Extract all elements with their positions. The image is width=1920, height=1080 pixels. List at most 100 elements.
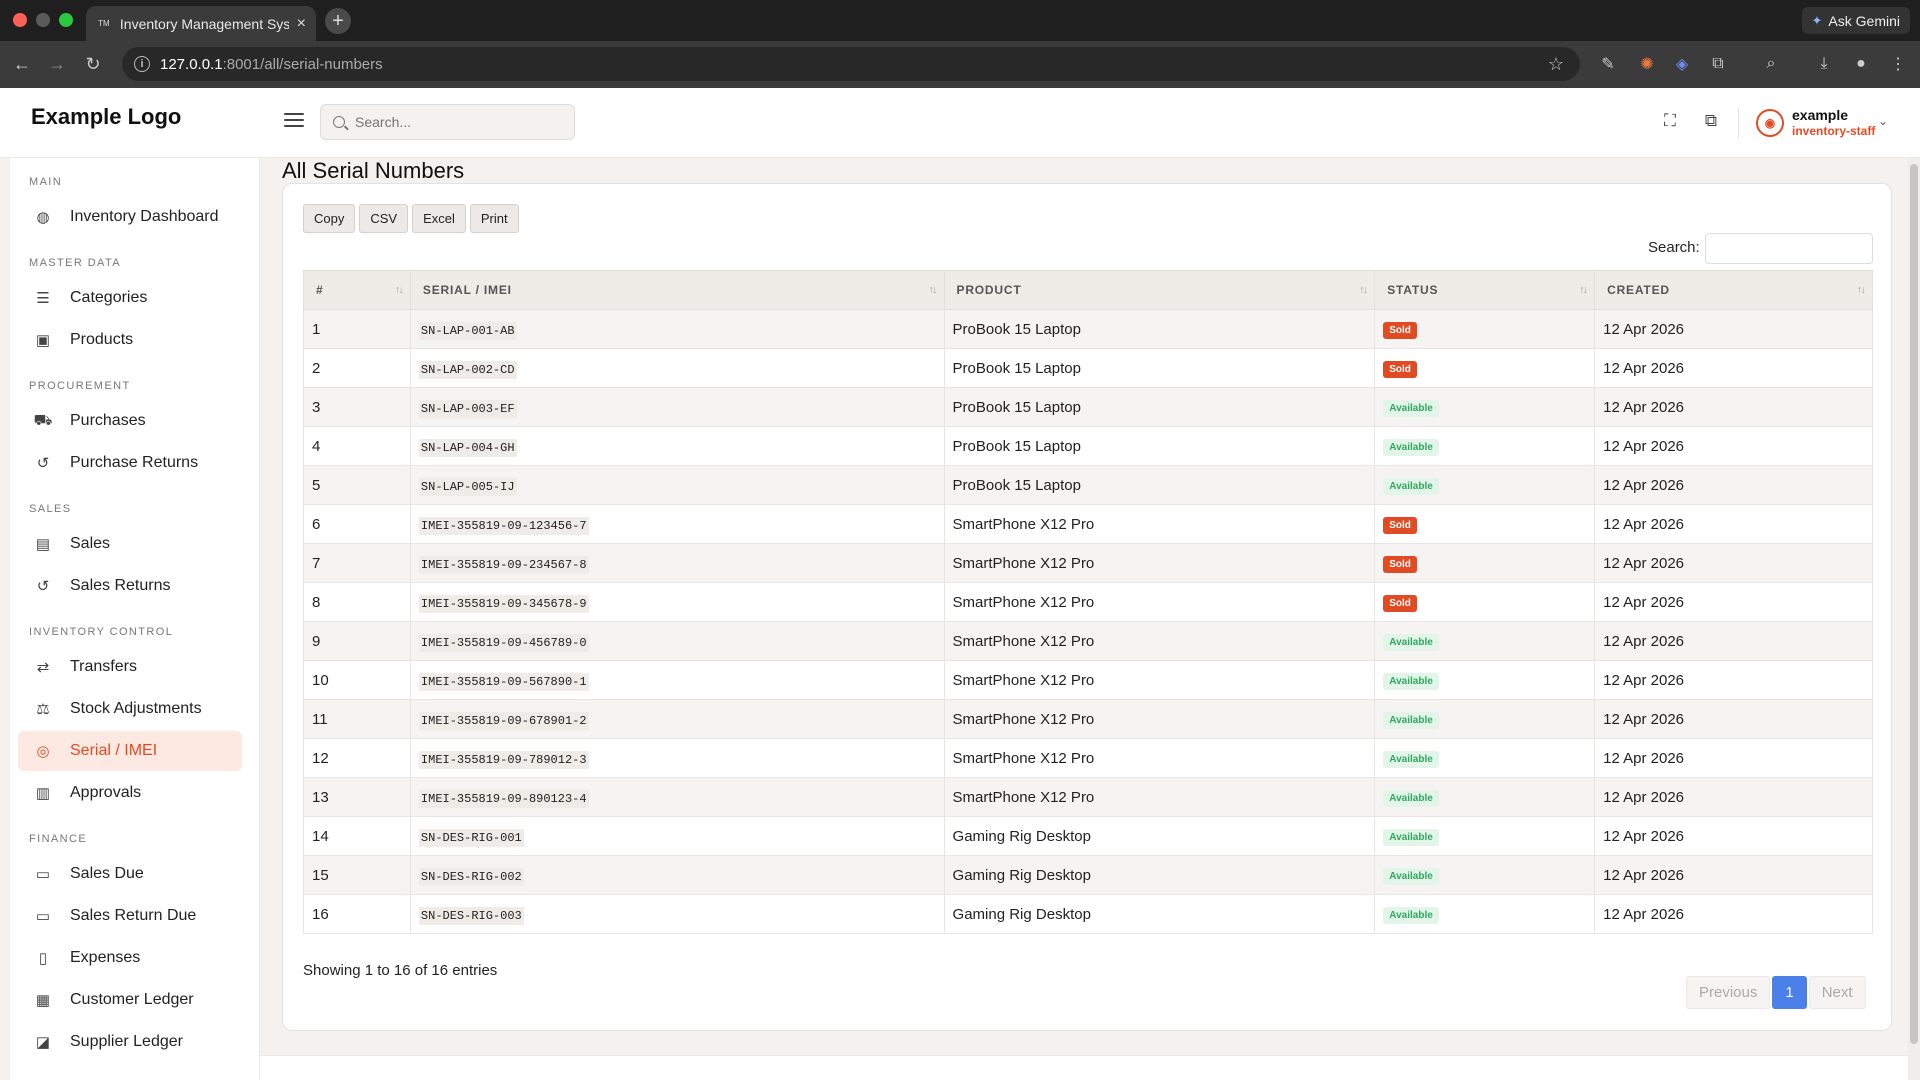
row-number: 10 — [303, 660, 411, 700]
forward-arrow-icon[interactable]: → — [44, 51, 70, 77]
sidebar-item-transfers[interactable]: ⇄ Transfers — [18, 647, 242, 687]
sidebar-item-label: Products — [70, 331, 134, 348]
sidebar-item-purchase-returns[interactable]: ↺ Purchase Returns — [18, 443, 242, 483]
column-header-status[interactable]: STATUS ↑↓ — [1374, 270, 1596, 310]
serial-cell: SN-DES-RIG-003 — [409, 894, 945, 934]
box-icon: ▣ — [35, 332, 51, 349]
serial-cell: IMEI-355819-09-567890-1 — [409, 660, 945, 700]
sidebar-section-procurement: PROCUREMENT — [29, 380, 131, 392]
site-info-icon[interactable]: i — [134, 56, 150, 72]
table-row: 11 IMEI-355819-09-678901-2 SmartPhone X12 … — [303, 699, 1873, 739]
window-minimize-button[interactable] — [36, 13, 50, 27]
column-header-created[interactable]: CREATED ↑↓ — [1594, 270, 1873, 310]
user-name[interactable]: example — [1792, 107, 1848, 123]
sidebar-item-serial-imei[interactable]: ◎ Serial / IMEI — [18, 731, 242, 771]
column-header-product[interactable]: PRODUCT ↑↓ — [943, 270, 1376, 310]
cart-icon: ⛟ — [33, 411, 53, 429]
bookmark-star-icon[interactable]: ☆ — [1548, 54, 1564, 75]
global-search-input[interactable] — [355, 114, 565, 130]
product-cell: SmartPhone X12 Pro — [943, 699, 1376, 739]
pen-extension-icon[interactable]: ✎ — [1597, 53, 1619, 75]
download-icon[interactable]: ⤓ — [1813, 53, 1835, 75]
browser-tab[interactable]: TM Inventory Management System × — [86, 6, 316, 41]
page-1-button[interactable]: 1 — [1772, 976, 1807, 1009]
sidebar-item-label: Approvals — [70, 784, 142, 801]
row-number: 4 — [303, 426, 411, 466]
row-number: 9 — [303, 621, 411, 661]
search-icon — [333, 116, 345, 128]
next-page-button[interactable]: Next — [1808, 976, 1866, 1009]
created-cell: 12 Apr 2026 — [1594, 504, 1873, 544]
created-cell: 12 Apr 2026 — [1594, 660, 1873, 700]
sidebar-item-products[interactable]: ▣ Products — [18, 320, 242, 360]
created-cell: 12 Apr 2026 — [1594, 777, 1873, 817]
sidebar-item-sales-returns[interactable]: ↺ Sales Returns — [18, 566, 242, 606]
scrollbar-thumb[interactable] — [1910, 164, 1918, 1044]
previous-page-button[interactable]: Previous — [1686, 976, 1771, 1009]
reload-icon[interactable]: ↻ — [80, 51, 106, 77]
sidebar-item-customer-ledger[interactable]: ▦ Customer Ledger — [18, 980, 242, 1020]
burst-extension-icon[interactable]: ✺ — [1636, 53, 1658, 75]
table-row: 6 IMEI-355819-09-123456-7 SmartPhone X12 P… — [303, 504, 1873, 544]
serial-code: IMEI-355819-09-789012-3 — [418, 750, 589, 769]
sidebar-item-label: Sales Returns — [70, 577, 171, 594]
app-logo[interactable]: Example Logo — [31, 104, 181, 130]
sidebar-item-inventory-dashboard[interactable]: ◍ Inventory Dashboard — [18, 197, 242, 237]
chevron-down-icon[interactable]: ⌄ — [1878, 114, 1888, 128]
table-header-row: # ↑↓ SERIAL / IMEI ↑↓ PRODUCT ↑↓ STATUS ↑↓ C… — [303, 270, 1873, 310]
created-cell: 12 Apr 2026 — [1594, 465, 1873, 505]
serials-table: # ↑↓ SERIAL / IMEI ↑↓ PRODUCT ↑↓ STATUS ↑↓ C… — [303, 270, 1873, 934]
global-search[interactable] — [320, 104, 575, 140]
puzzle-extensions-icon[interactable]: ⧉ — [1707, 53, 1729, 75]
table-row: 12 IMEI-355819-09-789012-3 SmartPhone X12 … — [303, 738, 1873, 778]
status-cell: Available — [1374, 816, 1596, 856]
sidebar-item-purchases[interactable]: ⛟ Purchases — [18, 401, 242, 441]
print-button[interactable]: Print — [469, 204, 519, 233]
status-badge: Available — [1383, 906, 1439, 924]
sidebar-item-sales-return-due[interactable]: ▭ Sales Return Due — [18, 896, 242, 936]
sidebar-item-supplier-ledger[interactable]: ◪ Supplier Ledger — [18, 1022, 242, 1062]
sidebar-item-sales-due[interactable]: ▭ Sales Due — [18, 854, 242, 894]
sidebar-item-expenses[interactable]: ▯ Expenses — [18, 938, 242, 978]
tab-favicon-icon: TM — [98, 19, 110, 28]
browser-menu-icon[interactable]: ⋮ — [1887, 53, 1909, 75]
profile-avatar-icon[interactable]: ● — [1850, 53, 1872, 75]
status-cell: Available — [1374, 621, 1596, 661]
shield-extension-icon[interactable]: ◈ — [1671, 53, 1693, 75]
ask-gemini-button[interactable]: ✦ Ask Gemini — [1801, 7, 1910, 34]
column-header-serial[interactable]: SERIAL / IMEI ↑↓ — [409, 270, 945, 310]
window-maximize-button[interactable] — [59, 13, 73, 27]
page-scrollbar[interactable] — [1908, 158, 1920, 1080]
sort-icon: ↑↓ — [1857, 284, 1866, 296]
tab-close-icon[interactable]: × — [297, 15, 306, 33]
sidebar-item-sales[interactable]: ▤ Sales — [18, 524, 242, 564]
external-link-icon[interactable]: ⧉ — [1700, 110, 1722, 132]
app-header: Example Logo ⛶ ⧉ ◉ example inventory-sta… — [0, 88, 1920, 158]
status-cell: Sold — [1374, 543, 1596, 583]
status-cell: Available — [1374, 738, 1596, 778]
new-tab-button[interactable]: + — [325, 8, 351, 34]
status-badge: Sold — [1383, 321, 1417, 339]
sidebar-item-stock-adjustments[interactable]: ⚖ Stock Adjustments — [18, 689, 242, 729]
column-header-label: SERIAL / IMEI — [422, 283, 512, 297]
fullscreen-icon[interactable]: ⛶ — [1659, 110, 1681, 132]
user-avatar[interactable]: ◉ — [1756, 109, 1784, 137]
csv-button[interactable]: CSV — [359, 204, 409, 233]
menu-toggle-icon[interactable] — [284, 110, 304, 130]
column-header-number[interactable]: # ↑↓ — [303, 270, 411, 310]
table-row: 2 SN-LAP-002-CD ProBook 15 Laptop Sold 12 Ap… — [303, 348, 1873, 388]
sidebar-item-categories[interactable]: ☰ Categories — [18, 278, 242, 318]
sidebar-item-approvals[interactable]: ▥ Approvals — [18, 773, 242, 813]
transfer-icon: ⇄ — [36, 659, 50, 676]
back-arrow-icon[interactable]: ← — [9, 51, 35, 77]
address-bar[interactable]: i 127.0.0.1 :8001/all/serial-numbers ☆ — [122, 47, 1580, 81]
browser-tab-bar: TM Inventory Management System × + ✦ Ask… — [0, 0, 1920, 41]
excel-button[interactable]: Excel — [412, 204, 466, 233]
copy-button[interactable]: Copy — [303, 204, 356, 233]
tab-search-icon[interactable]: ⌕ — [1760, 53, 1782, 75]
invoice-icon: ▯ — [38, 950, 48, 967]
window-close-button[interactable] — [13, 13, 27, 27]
book-icon: ▦ — [35, 992, 51, 1009]
table-row: 9 IMEI-355819-09-456789-0 SmartPhone X12 P… — [303, 621, 1873, 661]
table-search-input[interactable] — [1705, 233, 1873, 264]
